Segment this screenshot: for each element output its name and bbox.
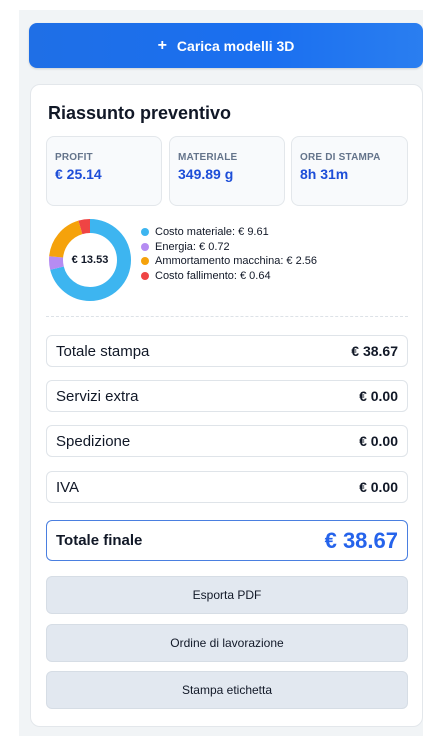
legend-item: Costo materiale: € 9.61 xyxy=(141,225,317,239)
row-value: € 0.00 xyxy=(359,388,398,404)
export-pdf-button[interactable]: Esporta PDF xyxy=(46,576,408,614)
stat-print-hours: ORE DI STAMPA 8h 31m xyxy=(291,136,408,206)
legend-dot xyxy=(141,228,149,236)
row-value: € 0.00 xyxy=(359,479,398,495)
legend-item: Energia: € 0.72 xyxy=(141,240,317,254)
stat-value: 8h 31m xyxy=(300,166,349,182)
legend-label: Costo materiale: € 9.61 xyxy=(155,226,269,238)
legend-label: Ammortamento macchina: € 2.56 xyxy=(155,255,318,267)
stat-value: 349.89 g xyxy=(178,166,234,182)
row-vat: IVA € 0.00 xyxy=(46,471,408,503)
divider xyxy=(46,316,408,317)
row-value: € 38.67 xyxy=(351,343,398,359)
row-shipping: Spedizione € 0.00 xyxy=(46,425,408,457)
stat-material: MATERIALE 349.89 g xyxy=(169,136,285,206)
row-extra-services: Servizi extra € 0.00 xyxy=(46,380,408,412)
legend-item: Ammortamento macchina: € 2.56 xyxy=(141,254,317,268)
stat-profit: PROFIT € 25.14 xyxy=(46,136,162,206)
stat-value: € 25.14 xyxy=(55,166,102,182)
upload-button-label: Carica modelli 3D xyxy=(176,37,295,54)
card-title: Riassunto preventivo xyxy=(48,103,232,123)
row-label: IVA xyxy=(56,478,80,496)
row-label: Totale stampa xyxy=(56,342,150,360)
row-label: Spedizione xyxy=(56,432,131,450)
row-value: € 0.00 xyxy=(359,433,398,449)
legend-dot xyxy=(141,271,149,280)
stat-label: MATERIALE xyxy=(178,152,238,163)
legend-label: Costo fallimento: € 0.64 xyxy=(155,269,271,282)
upload-3d-models-button[interactable]: + Carica modelli 3D xyxy=(29,23,423,68)
final-total: Totale finale € 38.67 xyxy=(46,520,408,561)
legend-label: Energia: € 0.72 xyxy=(155,240,230,253)
final-total-label: Totale finale xyxy=(56,532,143,549)
quote-summary-card: Riassunto preventivo PROFIT € 25.14 MATE… xyxy=(30,84,423,727)
chart-legend: Costo materiale: € 9.61 Energia: € 0.72 … xyxy=(141,225,317,283)
stat-label: ORE DI STAMPA xyxy=(300,152,381,163)
plus-icon: + xyxy=(157,36,167,54)
final-total-value: € 38.67 xyxy=(324,527,398,553)
print-label-button[interactable]: Stampa etichetta xyxy=(46,671,408,709)
row-label: Servizi extra xyxy=(56,387,139,405)
legend-item: Costo fallimento: € 0.64 xyxy=(141,269,317,283)
stat-label: PROFIT xyxy=(55,152,93,163)
legend-dot xyxy=(141,242,149,251)
row-print-total: Totale stampa € 38.67 xyxy=(46,335,408,367)
legend-dot xyxy=(141,257,149,265)
work-order-button[interactable]: Ordine di lavorazione xyxy=(46,624,408,662)
donut-center-label: € 13.53 xyxy=(71,254,109,266)
